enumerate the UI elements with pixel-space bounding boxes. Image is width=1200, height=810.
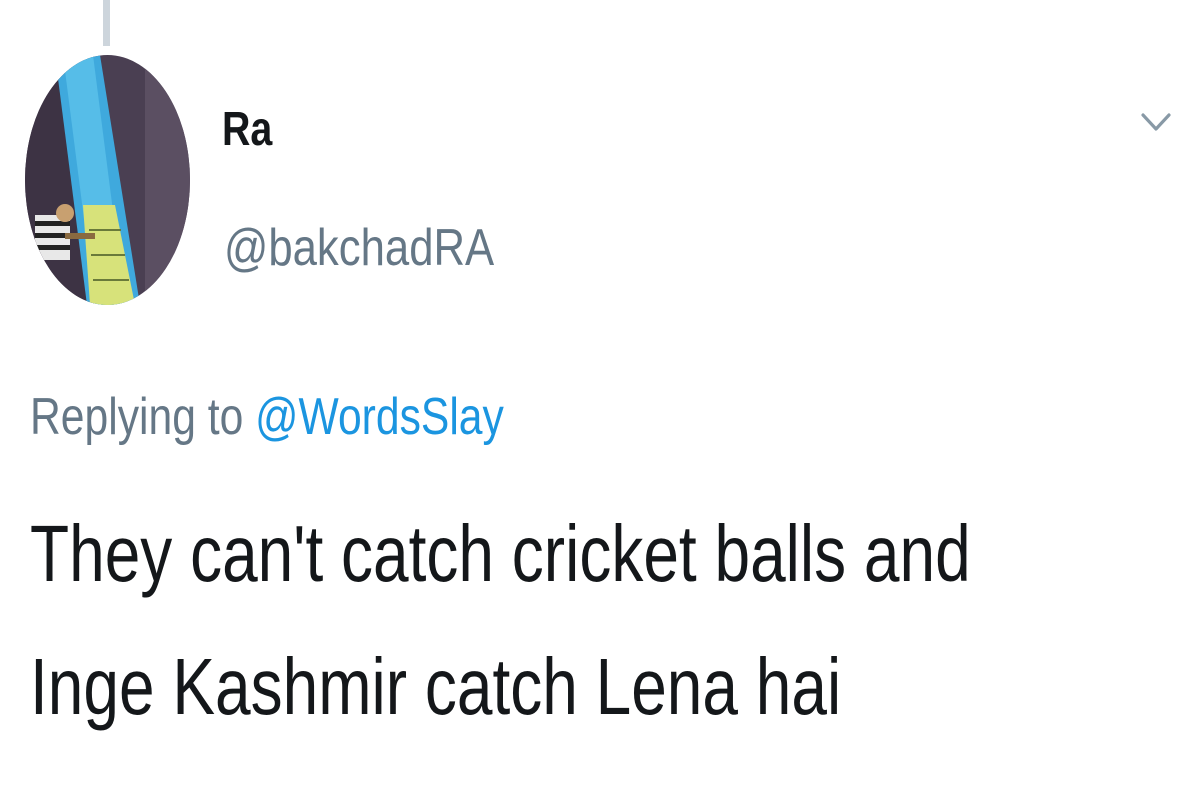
chevron-down-icon[interactable] [1140,110,1172,134]
replying-to: Replying to @WordsSlay [30,388,504,448]
tweet-text-line: Inge Kashmir catch Lena hai [30,642,842,731]
avatar[interactable] [25,55,190,305]
author-handle[interactable]: @bakchadRA [224,222,494,274]
tweet-text-line: They can't catch cricket balls and [30,509,971,598]
thread-connector-line [103,0,110,46]
replying-to-mention-link[interactable]: @WordsSlay [255,388,504,446]
avatar-image [25,55,190,305]
tweet-text: They can't catch cricket balls and Inge … [30,514,971,780]
replying-to-label: Replying to [30,388,244,446]
author-display-name[interactable]: Ra [222,106,272,154]
